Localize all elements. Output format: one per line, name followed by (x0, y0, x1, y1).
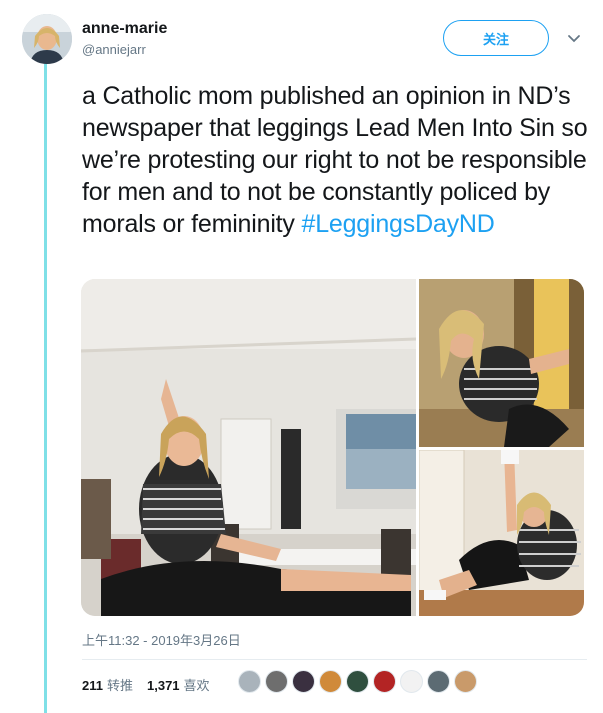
liker-avatar[interactable] (373, 670, 396, 693)
liker-avatar[interactable] (346, 670, 369, 693)
liker-avatar[interactable] (400, 670, 423, 693)
liker-avatar[interactable] (427, 670, 450, 693)
tweet-timestamp[interactable]: 上午11:32 - 2019年3月26日 (82, 630, 241, 649)
retweet-stat[interactable]: 211 转推 (82, 675, 133, 694)
like-count: 1,371 (147, 678, 180, 693)
user-handle[interactable]: @anniejarr (82, 42, 146, 57)
like-stat[interactable]: 1,371 喜欢 (147, 675, 210, 694)
chevron-down-icon[interactable] (566, 30, 582, 46)
photo-top-right[interactable] (419, 279, 584, 447)
thread-line (44, 64, 47, 713)
liker-avatar[interactable] (319, 670, 342, 693)
user-display-name[interactable]: anne-marie (82, 20, 167, 38)
divider (82, 659, 587, 660)
retweet-count: 211 (82, 678, 103, 693)
liker-avatars (238, 670, 477, 693)
liker-avatar[interactable] (265, 670, 288, 693)
media-grid (81, 279, 584, 616)
liker-avatar[interactable] (292, 670, 315, 693)
photo-main[interactable] (81, 279, 416, 616)
hashtag-link[interactable]: #LeggingsDayND (301, 210, 494, 238)
retweet-label: 转推 (106, 678, 133, 693)
photo-bottom-right[interactable] (419, 450, 584, 616)
liker-avatar[interactable] (238, 670, 261, 693)
follow-button[interactable]: 关注 (443, 20, 549, 56)
tweet-stats: 211 转推 1,371 喜欢 (82, 675, 210, 694)
like-label: 喜欢 (183, 678, 210, 693)
avatar[interactable] (22, 14, 72, 64)
liker-avatar[interactable] (454, 670, 477, 693)
tweet-text: a Catholic mom published an opinion in N… (82, 80, 592, 240)
